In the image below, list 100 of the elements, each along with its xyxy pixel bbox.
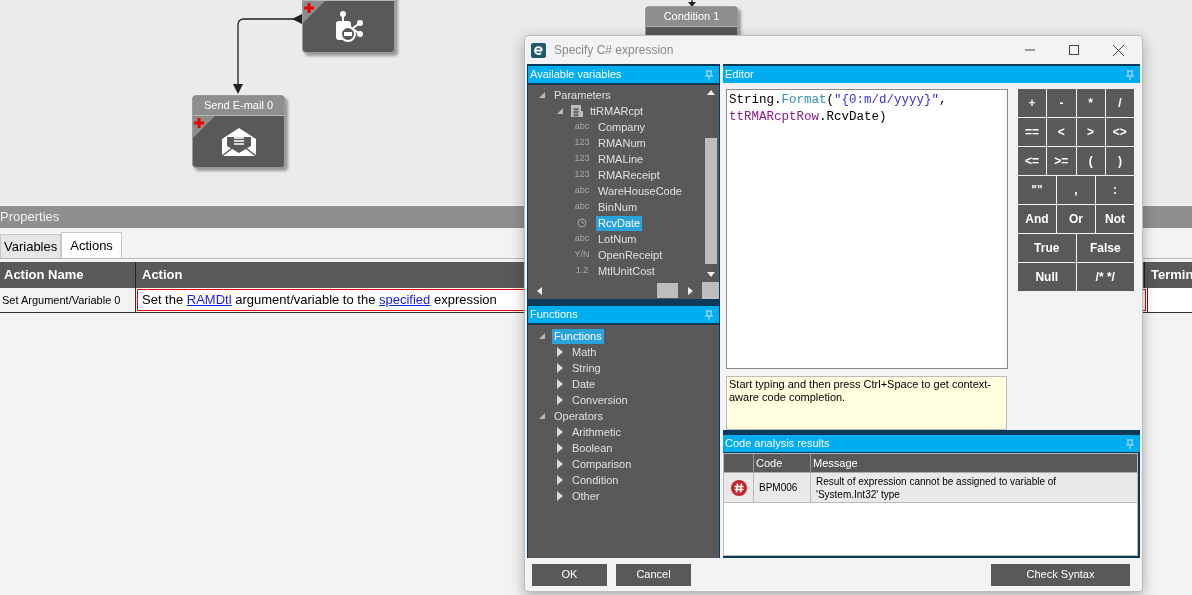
action-text: argument/variable to the bbox=[234, 291, 377, 310]
operator-button[interactable]: <= bbox=[1018, 147, 1047, 175]
hint-box: Start typing and then press Ctrl+Space to get context-aware code completion. bbox=[726, 376, 1007, 430]
operator-button[interactable]: + bbox=[1018, 89, 1047, 117]
scroll-down-icon[interactable] bbox=[706, 270, 715, 278]
type-label: abc bbox=[573, 232, 591, 246]
tree-item[interactable]: Other bbox=[570, 488, 602, 504]
tab[interactable]: Actions bbox=[61, 232, 122, 258]
tree-item[interactable]: MtlUnitCost bbox=[596, 263, 657, 279]
scroll-up-icon[interactable] bbox=[706, 89, 715, 97]
operator-button[interactable]: == bbox=[1018, 118, 1047, 146]
operator-button[interactable]: < bbox=[1047, 118, 1076, 146]
tree-item[interactable]: Parameters bbox=[552, 87, 613, 103]
operator-button[interactable]: : bbox=[1096, 176, 1134, 204]
panel-title: Editor bbox=[725, 67, 754, 83]
close-icon[interactable] bbox=[1113, 44, 1124, 56]
collapsed-arrow-icon[interactable] bbox=[556, 395, 564, 405]
tree-item[interactable]: Date bbox=[570, 376, 598, 392]
scrollbar-thumb[interactable] bbox=[657, 283, 678, 298]
operator-button[interactable]: ) bbox=[1105, 147, 1134, 175]
expanded-arrow-icon[interactable] bbox=[556, 107, 564, 115]
node-title: Send E-mail 0 bbox=[203, 100, 274, 111]
operator-button[interactable]: "" bbox=[1018, 176, 1056, 204]
tree-item[interactable]: ttRMARcpt bbox=[588, 103, 646, 119]
operator-button[interactable]: Or bbox=[1057, 205, 1095, 233]
tree-item[interactable]: RMALine bbox=[596, 151, 646, 167]
scrollbar-thumb[interactable] bbox=[704, 137, 717, 264]
tree-item[interactable]: Boolean bbox=[570, 440, 615, 456]
code-editor[interactable]: String.Format("{0:m/d/yyyy}", ttRMARcptRow.RcvDate) bbox=[726, 89, 1008, 369]
operator-button[interactable]: False bbox=[1076, 234, 1134, 262]
dialog-button[interactable]: OK bbox=[532, 563, 607, 586]
action-text: expression bbox=[432, 291, 497, 310]
link[interactable]: RAMDtl bbox=[186, 290, 232, 310]
operator-button[interactable]: And bbox=[1018, 205, 1056, 233]
scroll-left-icon[interactable] bbox=[536, 286, 544, 295]
tree-item[interactable]: RMANum bbox=[596, 135, 648, 151]
tree-item[interactable]: LotNum bbox=[596, 231, 639, 247]
operator-button[interactable]: - bbox=[1047, 89, 1076, 117]
collapsed-arrow-icon[interactable] bbox=[556, 459, 564, 469]
operator-button[interactable]: , bbox=[1057, 176, 1095, 204]
tree-item[interactable]: Conversion bbox=[570, 392, 630, 408]
type-label: abc bbox=[573, 184, 591, 198]
operator-button[interactable]: / bbox=[1105, 89, 1134, 117]
table-icon bbox=[570, 104, 584, 118]
type-label: 123 bbox=[573, 136, 591, 150]
clock-icon bbox=[577, 218, 587, 228]
operator-button[interactable]: ( bbox=[1076, 147, 1105, 175]
collapsed-arrow-icon[interactable] bbox=[556, 475, 564, 485]
tree-item[interactable]: Math bbox=[570, 344, 599, 360]
column-header: Termin bbox=[1150, 266, 1192, 285]
expanded-arrow-icon[interactable] bbox=[538, 332, 546, 340]
column-header: Message bbox=[812, 455, 859, 471]
tree-item[interactable]: Condition bbox=[570, 472, 621, 488]
operator-button[interactable]: Null bbox=[1018, 263, 1076, 291]
operator-button[interactable]: > bbox=[1076, 118, 1105, 146]
collapsed-arrow-icon[interactable] bbox=[556, 491, 564, 501]
collapsed-arrow-icon[interactable] bbox=[556, 363, 564, 373]
tab[interactable]: Variables bbox=[0, 234, 62, 258]
expanded-arrow-icon[interactable] bbox=[538, 412, 546, 420]
table-cell: Set Argument/Variable 0 bbox=[0, 288, 136, 312]
operator-button[interactable]: <> bbox=[1105, 118, 1134, 146]
error-icon bbox=[730, 479, 747, 496]
type-label: abc bbox=[573, 200, 591, 214]
check-syntax-button[interactable]: Check Syntax bbox=[991, 563, 1130, 586]
collapsed-arrow-icon[interactable] bbox=[556, 427, 564, 437]
tree-item[interactable]: OpenReceipt bbox=[596, 247, 665, 263]
panel-title: Code analysis results bbox=[725, 436, 830, 452]
tree-item[interactable]: RMAReceipt bbox=[596, 167, 662, 183]
maximize-icon[interactable] bbox=[1069, 45, 1079, 55]
tree-item[interactable]: BinNum bbox=[596, 199, 640, 215]
collapsed-arrow-icon[interactable] bbox=[556, 347, 564, 357]
type-label: 123 bbox=[573, 152, 591, 166]
operator-button[interactable]: * bbox=[1076, 89, 1105, 117]
type-label: abc bbox=[573, 120, 591, 134]
table-cell: BPM006 bbox=[754, 473, 811, 502]
dialog-button[interactable]: Cancel bbox=[616, 563, 691, 586]
tree-item[interactable]: Operators bbox=[552, 408, 605, 424]
app-logo-icon bbox=[531, 42, 546, 58]
operator-button[interactable]: Not bbox=[1096, 205, 1134, 233]
tree-item[interactable]: WareHouseCode bbox=[596, 183, 684, 199]
operator-button[interactable]: >= bbox=[1047, 147, 1076, 175]
scrollbar-corner bbox=[702, 282, 719, 299]
tree-item[interactable]: Company bbox=[596, 119, 648, 135]
operator-button[interactable]: True bbox=[1018, 234, 1076, 262]
tree-item[interactable]: Arithmetic bbox=[570, 424, 623, 440]
action-text: Set the bbox=[142, 291, 185, 310]
collapsed-arrow-icon[interactable] bbox=[556, 379, 564, 389]
table-cell-text: Result of expression cannot be assigned to variable of 'System.Int32' type bbox=[815, 474, 1058, 502]
column-header: Code bbox=[754, 454, 811, 472]
type-label: Y/N bbox=[573, 248, 591, 262]
tree-item[interactable]: Comparison bbox=[570, 456, 634, 472]
collapsed-arrow-icon[interactable] bbox=[556, 443, 564, 453]
operator-button[interactable]: /* */ bbox=[1076, 263, 1134, 291]
workflow-node[interactable] bbox=[302, 0, 395, 53]
tree-item[interactable]: String bbox=[570, 360, 603, 376]
link[interactable]: specified bbox=[379, 290, 431, 310]
envelope-icon bbox=[220, 127, 257, 157]
scroll-right-icon[interactable] bbox=[686, 286, 694, 295]
expanded-arrow-icon[interactable] bbox=[538, 91, 546, 99]
type-label: 1.2 bbox=[574, 264, 590, 278]
